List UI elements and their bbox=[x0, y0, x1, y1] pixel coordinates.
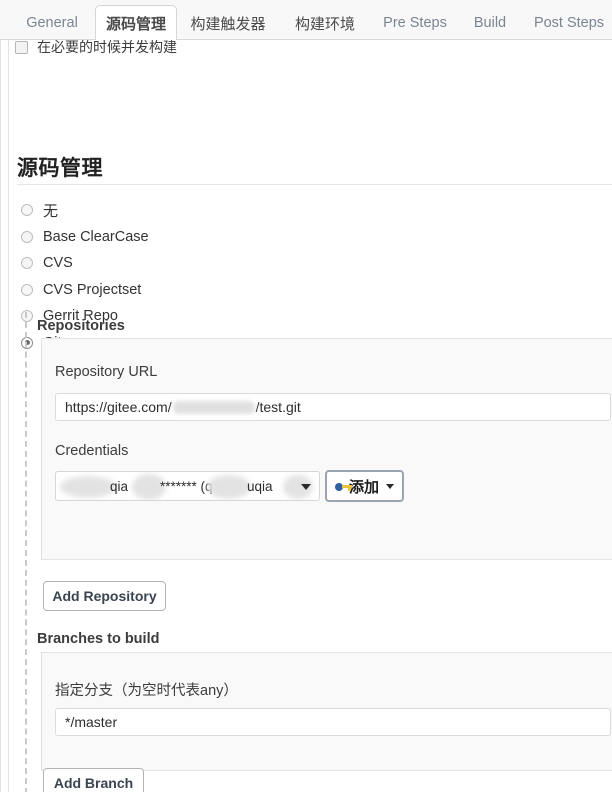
repository-url-label: Repository URL bbox=[55, 364, 158, 380]
credentials-fragment-3: uqia bbox=[247, 479, 273, 494]
tab-post-steps[interactable]: Post Steps bbox=[528, 6, 610, 40]
branches-to-build-label: Branches to build bbox=[37, 631, 160, 647]
tab-build-environment[interactable]: 构建环境 bbox=[287, 6, 363, 40]
scm-option-cvs-projectset-label: CVS Projectset bbox=[43, 281, 142, 298]
tab-general-label: General bbox=[26, 15, 78, 31]
config-tab-bar: General 源码管理 构建触发器 构建环境 Pre Steps Build … bbox=[0, 0, 612, 40]
concurrent-build-checkbox-row[interactable]: 在必要的时候并发构建 bbox=[15, 40, 177, 62]
chevron-down-icon[interactable] bbox=[301, 484, 311, 490]
tab-build-triggers-label: 构建触发器 bbox=[190, 15, 266, 33]
repository-panel: Repository URL https://gitee.com/ /test.g… bbox=[41, 338, 612, 560]
add-repository-label: Add Repository bbox=[52, 588, 157, 604]
scm-option-base-clearcase[interactable]: Base ClearCase bbox=[21, 224, 421, 251]
page-title: 源码管理 bbox=[17, 157, 103, 180]
add-credentials-label: 添加 bbox=[348, 478, 379, 496]
radio-icon-cvs[interactable] bbox=[21, 257, 33, 270]
repositories-label: Repositories bbox=[37, 318, 125, 334]
add-branch-button[interactable]: Add Branch bbox=[43, 768, 144, 792]
add-credentials-button[interactable]: 添加 bbox=[325, 470, 404, 502]
tab-source-code-management-label: 源码管理 bbox=[105, 15, 166, 33]
radio-icon-cvs-projectset[interactable] bbox=[21, 283, 33, 296]
tab-pre-steps-label: Pre Steps bbox=[383, 15, 447, 31]
branch-specifier-input[interactable]: */master bbox=[55, 708, 611, 736]
repository-url-suffix: /test.git bbox=[255, 399, 301, 415]
branch-specifier-label: 指定分支（为空时代表any） bbox=[55, 683, 238, 699]
tab-general[interactable]: General bbox=[18, 6, 86, 40]
radio-icon-base-clearcase[interactable] bbox=[21, 230, 33, 243]
repository-url-prefix: https://gitee.com/ bbox=[65, 399, 172, 415]
add-repository-button[interactable]: Add Repository bbox=[43, 581, 166, 611]
git-section-guide-line bbox=[25, 312, 27, 792]
radio-icon-git[interactable] bbox=[21, 336, 33, 349]
concurrent-build-checkbox[interactable] bbox=[15, 40, 28, 54]
branch-specifier-value: */master bbox=[65, 714, 118, 730]
radio-icon-none[interactable] bbox=[21, 204, 33, 217]
tab-build-triggers[interactable]: 构建触发器 bbox=[182, 6, 274, 40]
radio-icon-gerrit-repo[interactable] bbox=[21, 310, 33, 323]
credentials-select[interactable]: qia ******* (q uqia bbox=[55, 471, 320, 501]
credentials-redacted-blob-3 bbox=[207, 475, 251, 499]
branches-panel: 指定分支（为空时代表any） */master bbox=[41, 652, 612, 771]
key-icon bbox=[335, 480, 352, 493]
scm-option-base-clearcase-label: Base ClearCase bbox=[43, 228, 149, 245]
scm-option-none[interactable]: 无 bbox=[21, 197, 421, 224]
credentials-fragment-2: ******* (q bbox=[160, 479, 213, 494]
scm-option-cvs-label: CVS bbox=[43, 255, 73, 272]
jenkins-job-config-page: General 源码管理 构建触发器 构建环境 Pre Steps Build … bbox=[0, 0, 612, 792]
section-divider bbox=[17, 184, 612, 185]
tab-build-environment-label: 构建环境 bbox=[295, 15, 356, 33]
scm-option-cvs-projectset[interactable]: CVS Projectset bbox=[21, 277, 421, 304]
repository-url-redacted bbox=[172, 400, 255, 414]
tab-source-code-management[interactable]: 源码管理 bbox=[95, 5, 177, 40]
scm-option-none-label: 无 bbox=[43, 202, 59, 220]
tab-build[interactable]: Build bbox=[467, 6, 513, 40]
content-left-border bbox=[8, 40, 9, 792]
tab-build-label: Build bbox=[473, 15, 507, 31]
config-form-content: 在必要的时候并发构建 源码管理 无 Base ClearCase CVS CVS… bbox=[0, 40, 612, 792]
credentials-redacted-blob-1 bbox=[60, 476, 116, 498]
repository-url-input[interactable]: https://gitee.com/ /test.git bbox=[55, 393, 611, 421]
chevron-down-icon-add-credentials[interactable] bbox=[386, 483, 394, 489]
tab-post-steps-label: Post Steps bbox=[533, 15, 605, 31]
tab-pre-steps[interactable]: Pre Steps bbox=[377, 6, 453, 40]
credentials-fragment-1: qia bbox=[110, 479, 129, 494]
scm-option-cvs[interactable]: CVS bbox=[21, 250, 421, 277]
concurrent-build-label: 在必要的时候并发构建 bbox=[37, 40, 177, 55]
credentials-label: Credentials bbox=[55, 443, 129, 459]
add-branch-label: Add Branch bbox=[53, 775, 134, 791]
